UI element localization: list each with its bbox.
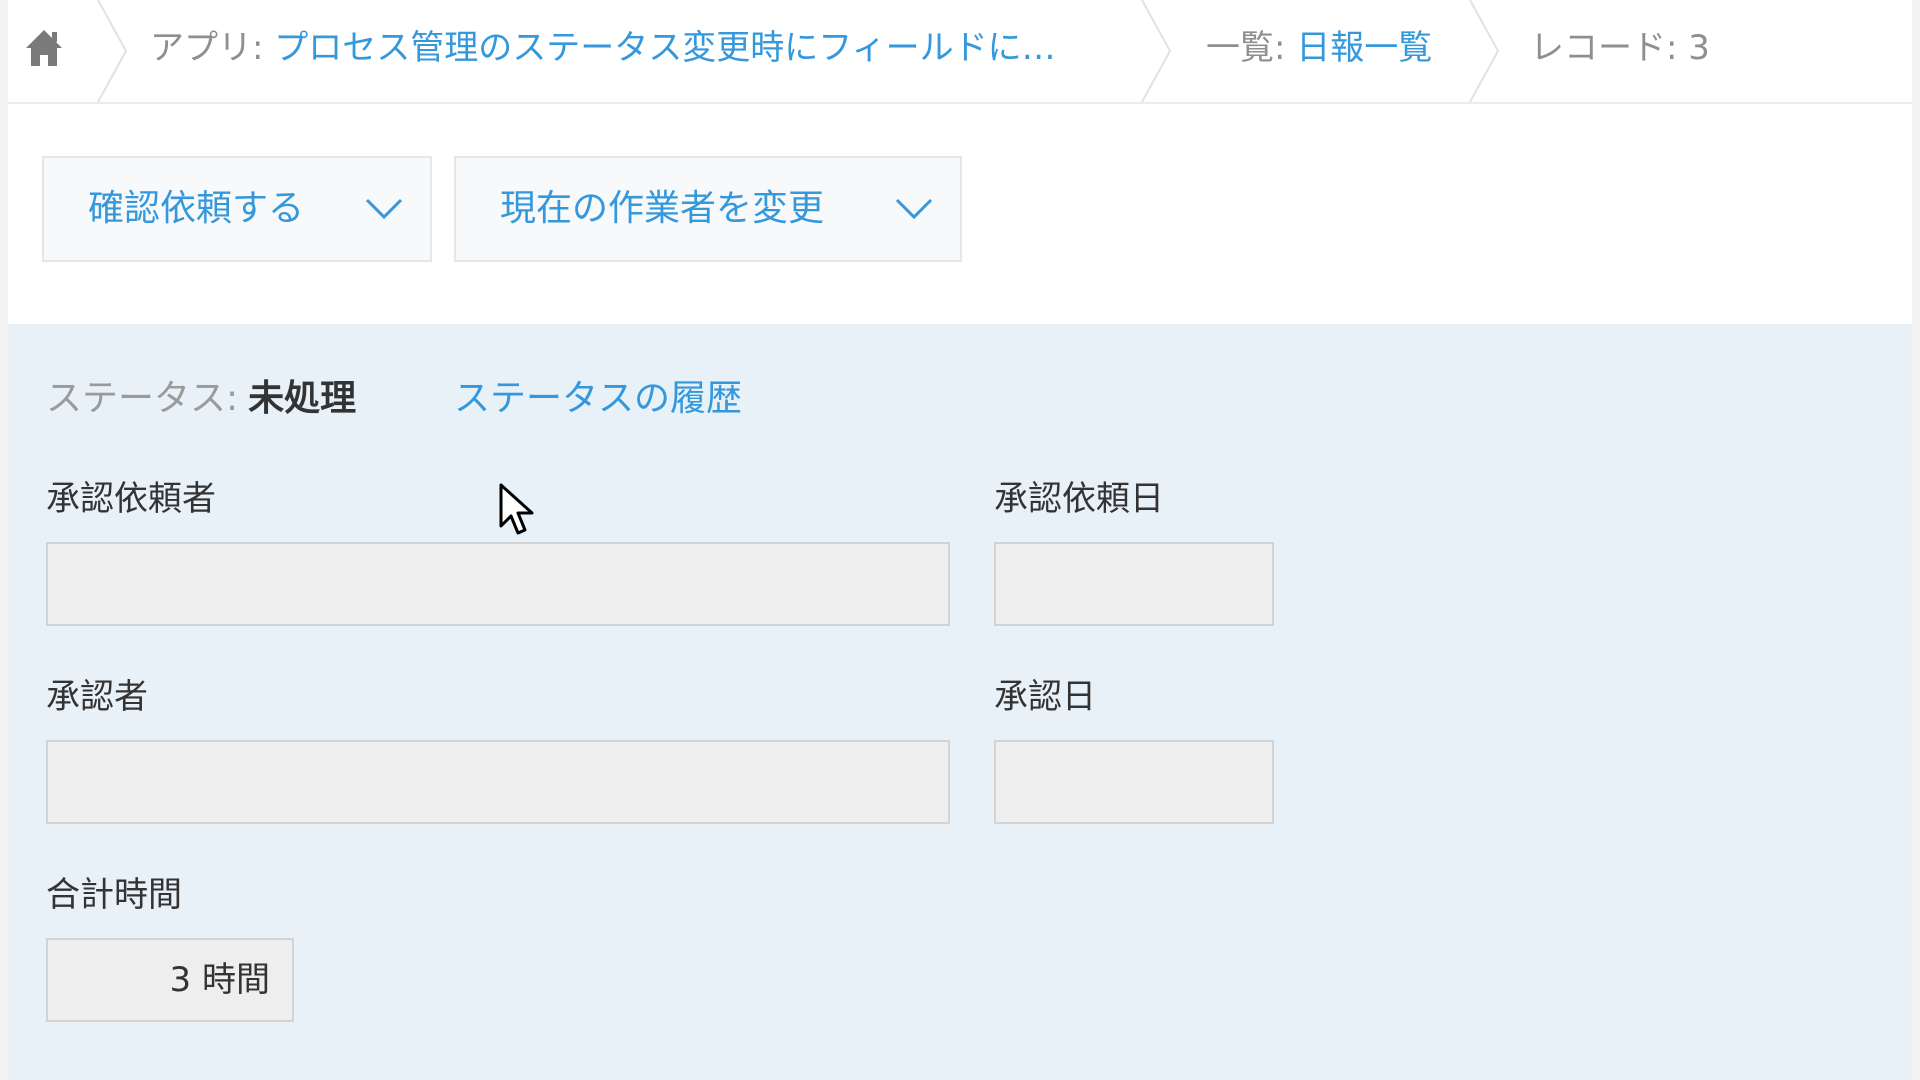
record-body: ステータス: 未処理 ステータスの履歴 承認依頼者 承認依頼日 承認者 承認日 合… (8, 324, 1912, 1080)
approval-date-label: 承認日 (994, 677, 1096, 717)
status-value: 未処理 (248, 378, 357, 419)
chevron-down-icon (894, 196, 934, 222)
status-history-link[interactable]: ステータスの履歴 (454, 374, 742, 424)
breadcrumb-view-link[interactable]: 日報一覧 (1296, 28, 1432, 68)
total-time-label: 合計時間 (46, 875, 182, 915)
home-icon[interactable] (24, 26, 64, 70)
breadcrumb-app-prefix: アプリ: (150, 28, 275, 68)
breadcrumb-separator-icon (1468, 0, 1502, 102)
request-date-label: 承認依頼日 (994, 479, 1164, 519)
request-confirmation-label: 確認依頼する (88, 188, 305, 229)
screen-frame: アプリ: プロセス管理のステータス変更時にフィールドに… 一覧: 日報一覧 レコ… (0, 0, 1920, 1080)
process-action-toolbar: 確認依頼する 現在の作業者を変更 (8, 104, 1912, 324)
chevron-down-icon (364, 196, 404, 222)
breadcrumb-separator-icon (96, 0, 130, 102)
breadcrumb-app: アプリ: プロセス管理のステータス変更時にフィールドに… (150, 22, 1112, 74)
requester-field (46, 542, 950, 626)
breadcrumb-app-link[interactable]: プロセス管理のステータス変更時にフィールドに… (274, 28, 1055, 68)
total-time-field: 3 時間 (46, 938, 294, 1022)
approval-date-field (994, 740, 1274, 824)
approver-label: 承認者 (46, 677, 148, 717)
status-label: ステータス: (46, 378, 239, 419)
breadcrumb-view-prefix: 一覧: (1206, 28, 1297, 68)
approver-field (46, 740, 950, 824)
request-date-field (994, 542, 1274, 626)
breadcrumb-record: レコード: 3 (1530, 28, 1710, 68)
change-assignee-button[interactable]: 現在の作業者を変更 (454, 156, 962, 262)
breadcrumb-view: 一覧: 日報一覧 (1206, 22, 1466, 74)
breadcrumb: アプリ: プロセス管理のステータス変更時にフィールドに… 一覧: 日報一覧 レコ… (8, 0, 1912, 104)
status-line: ステータス: 未処理 (46, 374, 356, 424)
record-page: アプリ: プロセス管理のステータス変更時にフィールドに… 一覧: 日報一覧 レコ… (8, 0, 1912, 1080)
request-confirmation-button[interactable]: 確認依頼する (42, 156, 432, 262)
change-assignee-label: 現在の作業者を変更 (500, 188, 825, 229)
breadcrumb-separator-icon (1140, 0, 1174, 102)
requester-label: 承認依頼者 (46, 479, 216, 519)
